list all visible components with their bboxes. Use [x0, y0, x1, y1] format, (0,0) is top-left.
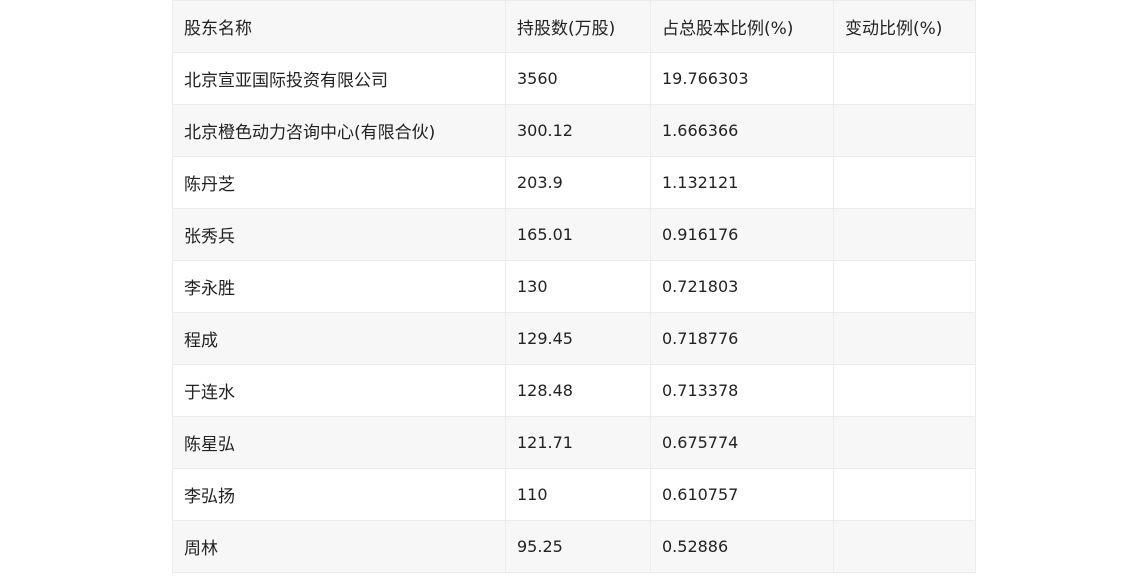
table-row: 北京宣亚国际投资有限公司 3560 19.766303	[172, 52, 976, 105]
table-row: 陈丹芝 203.9 1.132121	[172, 156, 976, 209]
cell-shares-held: 128.48	[505, 364, 651, 417]
cell-shareholder-name: 陈星弘	[172, 416, 506, 469]
table-row: 于连水 128.48 0.713378	[172, 364, 976, 417]
cell-shareholder-name: 于连水	[172, 364, 506, 417]
cell-shareholder-name: 李永胜	[172, 260, 506, 313]
shareholder-table-container: 股东名称 持股数(万股) 占总股本比例(%) 变动比例(%) 北京宣亚国际投资有…	[172, 0, 976, 573]
cell-change-ratio	[833, 52, 976, 105]
cell-share-ratio: 0.675774	[650, 416, 834, 469]
cell-share-ratio: 0.718776	[650, 312, 834, 365]
shareholder-table: 股东名称 持股数(万股) 占总股本比例(%) 变动比例(%) 北京宣亚国际投资有…	[172, 0, 976, 573]
cell-share-ratio: 0.721803	[650, 260, 834, 313]
cell-shares-held: 121.71	[505, 416, 651, 469]
header-change-ratio: 变动比例(%)	[833, 0, 976, 53]
cell-shares-held: 165.01	[505, 208, 651, 261]
table-row: 程成 129.45 0.718776	[172, 312, 976, 365]
cell-change-ratio	[833, 208, 976, 261]
cell-shares-held: 203.9	[505, 156, 651, 209]
cell-shareholder-name: 陈丹芝	[172, 156, 506, 209]
cell-change-ratio	[833, 104, 976, 157]
cell-share-ratio: 19.766303	[650, 52, 834, 105]
cell-shares-held: 95.25	[505, 520, 651, 573]
table-header-row: 股东名称 持股数(万股) 占总股本比例(%) 变动比例(%)	[172, 0, 976, 53]
cell-shares-held: 110	[505, 468, 651, 521]
cell-shareholder-name: 北京宣亚国际投资有限公司	[172, 52, 506, 105]
table-row: 周林 95.25 0.52886	[172, 520, 976, 573]
cell-shares-held: 129.45	[505, 312, 651, 365]
cell-change-ratio	[833, 312, 976, 365]
table-row: 李永胜 130 0.721803	[172, 260, 976, 313]
cell-shares-held: 300.12	[505, 104, 651, 157]
cell-change-ratio	[833, 468, 976, 521]
header-shareholder-name: 股东名称	[172, 0, 506, 53]
cell-change-ratio	[833, 520, 976, 573]
table-row: 李弘扬 110 0.610757	[172, 468, 976, 521]
header-share-ratio: 占总股本比例(%)	[650, 0, 834, 53]
cell-shareholder-name: 李弘扬	[172, 468, 506, 521]
cell-share-ratio: 0.916176	[650, 208, 834, 261]
cell-shareholder-name: 周林	[172, 520, 506, 573]
cell-share-ratio: 0.713378	[650, 364, 834, 417]
cell-change-ratio	[833, 156, 976, 209]
cell-share-ratio: 0.52886	[650, 520, 834, 573]
cell-shareholder-name: 北京橙色动力咨询中心(有限合伙)	[172, 104, 506, 157]
table-row: 张秀兵 165.01 0.916176	[172, 208, 976, 261]
cell-change-ratio	[833, 260, 976, 313]
cell-shareholder-name: 程成	[172, 312, 506, 365]
table-row: 陈星弘 121.71 0.675774	[172, 416, 976, 469]
cell-shares-held: 130	[505, 260, 651, 313]
header-shares-held: 持股数(万股)	[505, 0, 651, 53]
cell-shares-held: 3560	[505, 52, 651, 105]
cell-share-ratio: 1.132121	[650, 156, 834, 209]
table-row: 北京橙色动力咨询中心(有限合伙) 300.12 1.666366	[172, 104, 976, 157]
cell-share-ratio: 1.666366	[650, 104, 834, 157]
cell-shareholder-name: 张秀兵	[172, 208, 506, 261]
cell-share-ratio: 0.610757	[650, 468, 834, 521]
cell-change-ratio	[833, 364, 976, 417]
cell-change-ratio	[833, 416, 976, 469]
